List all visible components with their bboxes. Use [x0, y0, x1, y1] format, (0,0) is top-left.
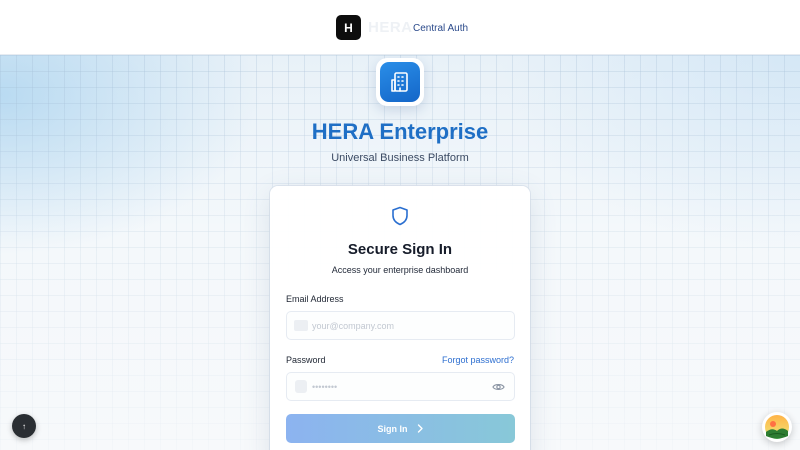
sign-in-label: Sign In: [377, 423, 408, 434]
email-field[interactable]: [286, 311, 515, 340]
mail-icon: [294, 320, 308, 331]
app-logo: [376, 58, 424, 106]
eye-icon[interactable]: [492, 381, 505, 393]
page-subtitle: Universal Business Platform: [331, 152, 469, 164]
page-title: HERA Enterprise: [311, 119, 489, 144]
password-label: Password: [286, 355, 326, 365]
lock-icon: [295, 380, 307, 393]
forgot-password-link[interactable]: Forgot password?: [442, 355, 514, 365]
email-input[interactable]: [312, 312, 492, 339]
building-icon: [380, 62, 420, 102]
shield-icon: [392, 206, 408, 226]
password-field[interactable]: [286, 372, 515, 401]
info-icon: ↑: [22, 421, 26, 431]
brand-ghost-text: HERA: [368, 19, 413, 36]
help-button[interactable]: ↑: [12, 414, 36, 438]
chevron-right-icon: [417, 424, 423, 433]
assistant-avatar-icon: [765, 415, 789, 439]
password-input[interactable]: [312, 373, 492, 400]
signin-title: Secure Sign In: [347, 241, 453, 258]
top-bar: H HERA Central Auth: [0, 0, 800, 55]
signin-card: Secure Sign In Access your enterprise da…: [270, 186, 530, 450]
assistant-button[interactable]: [762, 412, 792, 442]
brand-initial: H: [344, 20, 353, 35]
sign-in-button[interactable]: Sign In: [286, 414, 515, 443]
email-label: Email Address: [286, 294, 344, 304]
central-auth-label: Central Auth: [413, 23, 469, 34]
signin-subtitle: Access your enterprise dashboard: [331, 265, 469, 275]
brand-logo[interactable]: H: [336, 15, 361, 40]
